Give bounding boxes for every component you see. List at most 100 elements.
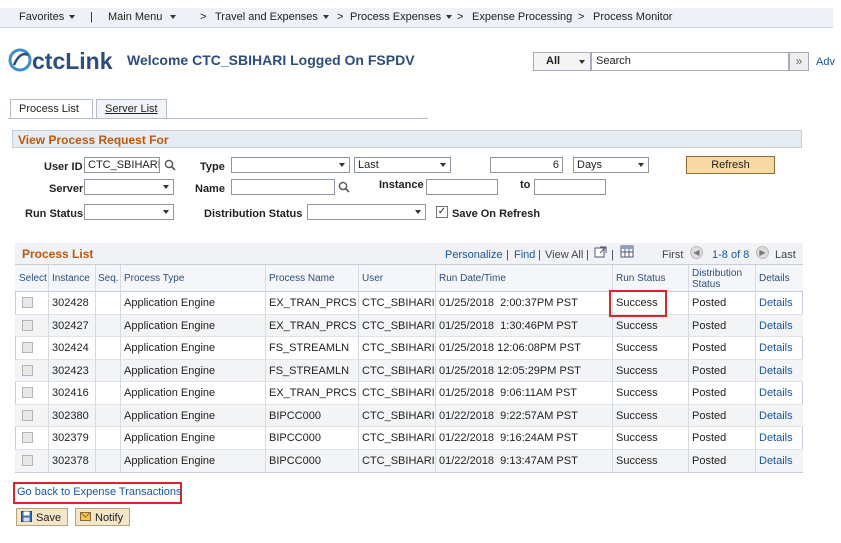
- advanced-search-link[interactable]: Adv: [816, 56, 835, 68]
- tab-process-list[interactable]: Process List: [10, 99, 93, 119]
- last-select[interactable]: Last: [354, 157, 451, 173]
- days-select[interactable]: Days: [573, 157, 649, 173]
- details-link[interactable]: Details: [759, 342, 793, 354]
- go-back-link[interactable]: Go back to Expense Transactions: [17, 486, 181, 498]
- col-run-status[interactable]: Run Status: [616, 273, 665, 284]
- cell-distribution-status: Posted: [692, 387, 727, 399]
- search-input[interactable]: Search: [591, 52, 789, 71]
- cell-run-datetime: 01/25/2018 12:05:29PM PST: [439, 364, 581, 377]
- cell-run-datetime: 01/25/2018 2:00:37PM PST: [439, 297, 578, 309]
- row-select-checkbox[interactable]: [22, 387, 33, 398]
- run-status-select[interactable]: [84, 204, 174, 220]
- next-icon[interactable]: ▶: [756, 246, 769, 259]
- cell-distribution-status: Posted: [692, 319, 727, 332]
- cell-user: CTC_SBIHARI: [362, 364, 435, 377]
- column-divider: [435, 265, 436, 472]
- details-link[interactable]: Details: [759, 297, 793, 309]
- chevron-down-icon: [322, 15, 329, 20]
- row-select-checkbox[interactable]: [22, 364, 33, 376]
- cell-instance: 302428: [52, 297, 89, 309]
- breadcrumb-travel-expenses[interactable]: Travel and Expenses: [215, 11, 329, 23]
- col-distribution-status[interactable]: Distribution Status: [692, 268, 742, 290]
- col-user[interactable]: User: [362, 273, 383, 284]
- instance-from-field[interactable]: [426, 179, 498, 195]
- welcome-message: Welcome CTC_SBIHARI Logged On FSPDV: [127, 52, 415, 68]
- personalize-link[interactable]: Personalize: [445, 249, 502, 261]
- cell-instance: 302427: [52, 319, 89, 332]
- details-link[interactable]: Details: [759, 387, 793, 399]
- column-divider: [755, 265, 756, 472]
- row-select-checkbox[interactable]: [22, 432, 33, 443]
- save-on-refresh-checkbox[interactable]: ✓: [436, 206, 448, 218]
- cell-run-status: Success: [616, 454, 658, 467]
- lookup-icon[interactable]: [164, 159, 176, 171]
- save-button[interactable]: Save: [16, 508, 69, 526]
- chevron-down-icon: [163, 185, 169, 189]
- days-select-value: Days: [577, 159, 603, 171]
- find-link[interactable]: Find: [514, 249, 535, 261]
- grid-separator: |: [506, 249, 509, 261]
- search-scope-value: All: [546, 55, 561, 67]
- main-menu-label: Main Menu: [108, 11, 163, 23]
- details-link[interactable]: Details: [759, 365, 793, 377]
- cell-process-name: EX_TRAN_PRCS: [269, 319, 357, 332]
- favorites-label: Favorites: [19, 11, 65, 23]
- cell-user: CTC_SBIHARI: [362, 409, 435, 422]
- col-process-type[interactable]: Process Type: [124, 273, 184, 284]
- search-go-button[interactable]: »: [789, 52, 809, 71]
- main-menu[interactable]: Main Menu: [108, 11, 177, 23]
- cell-user: CTC_SBIHARI: [362, 454, 435, 467]
- tab-server-list[interactable]: Server List: [96, 99, 167, 119]
- breadcrumb-process-monitor[interactable]: Process Monitor: [593, 11, 672, 23]
- distribution-status-label: Distribution Status: [204, 208, 303, 220]
- col-instance[interactable]: Instance: [52, 273, 90, 284]
- breadcrumb-expense-processing[interactable]: Expense Processing: [472, 11, 572, 23]
- instance-to-field[interactable]: [534, 179, 606, 195]
- server-select[interactable]: [84, 179, 174, 195]
- row-select-checkbox[interactable]: [22, 409, 33, 421]
- cell-instance: 302423: [52, 364, 89, 377]
- name-field[interactable]: [231, 179, 335, 195]
- col-process-name[interactable]: Process Name: [269, 273, 335, 284]
- row-select-checkbox[interactable]: [22, 342, 33, 353]
- breadcrumb-process-expenses[interactable]: Process Expenses: [350, 11, 453, 23]
- cell-distribution-status: Posted: [692, 409, 727, 422]
- refresh-button[interactable]: Refresh: [686, 156, 775, 174]
- lookup-icon[interactable]: [338, 181, 350, 193]
- cell-instance: 302380: [52, 409, 89, 422]
- cell-user: CTC_SBIHARI: [362, 387, 435, 399]
- col-run-datetime[interactable]: Run Date/Time: [439, 273, 506, 284]
- chevron-down-icon: [446, 15, 453, 20]
- cell-user: CTC_SBIHARI: [362, 432, 435, 444]
- new-window-icon[interactable]: [594, 246, 607, 258]
- cell-process-name: BIPCC000: [269, 409, 321, 422]
- download-grid-icon[interactable]: [620, 245, 634, 258]
- user-id-field[interactable]: CTC_SBIHARI: [84, 157, 160, 173]
- breadcrumb-label: Process Expenses: [350, 11, 442, 23]
- cell-process-name: BIPCC000: [269, 432, 321, 444]
- breadcrumb-separator: >: [457, 11, 464, 23]
- row-select-checkbox[interactable]: [22, 319, 33, 331]
- notify-button[interactable]: Notify: [75, 508, 131, 526]
- breadcrumb-separator: >: [578, 11, 585, 23]
- distribution-status-select[interactable]: [307, 204, 426, 220]
- to-label: to: [520, 179, 531, 191]
- details-link[interactable]: Details: [759, 455, 793, 467]
- cell-user: CTC_SBIHARI: [362, 297, 435, 309]
- count-field[interactable]: 6: [490, 157, 563, 173]
- col-seq[interactable]: Seq.: [98, 273, 119, 284]
- previous-icon[interactable]: ◀: [690, 246, 703, 259]
- search-scope-select[interactable]: All: [533, 52, 591, 71]
- favorites-menu[interactable]: Favorites: [19, 11, 76, 23]
- cell-run-datetime: 01/22/2018 9:16:24AM PST: [439, 432, 578, 444]
- cell-instance: 302378: [52, 454, 89, 467]
- view-all-link[interactable]: View All: [545, 249, 583, 261]
- cell-process-name: FS_STREAMLN: [269, 364, 350, 377]
- details-link[interactable]: Details: [759, 432, 793, 444]
- type-select[interactable]: [231, 157, 350, 173]
- row-select-checkbox[interactable]: [22, 454, 33, 466]
- row-select-checkbox[interactable]: [22, 297, 33, 308]
- details-link[interactable]: Details: [759, 320, 793, 332]
- details-link[interactable]: Details: [759, 410, 793, 422]
- cell-run-datetime: 01/22/2018 9:22:57AM PST: [439, 409, 578, 422]
